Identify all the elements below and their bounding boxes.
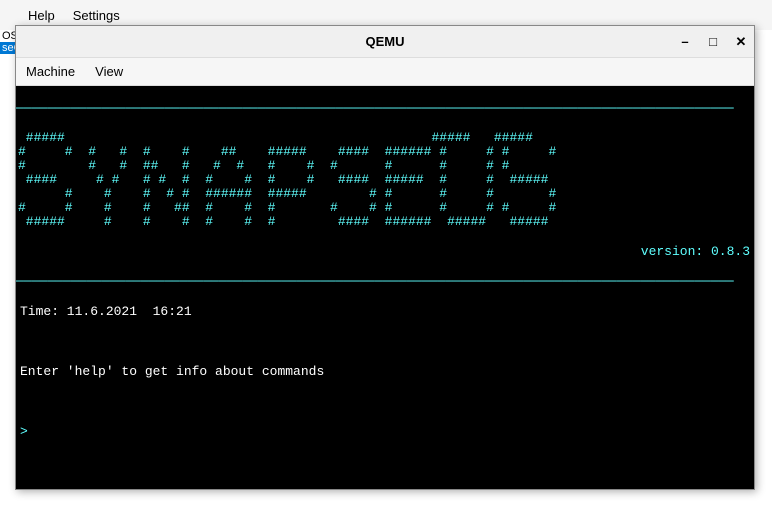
menu-view[interactable]: View (95, 64, 123, 79)
menu-machine[interactable]: Machine (26, 64, 75, 79)
blank-line-1 (16, 334, 754, 349)
terminal[interactable]: ────────────────────────────────────────… (16, 86, 754, 489)
window-controls: – □ ✕ (678, 35, 748, 49)
help-text: Enter 'help' to get info about commands (16, 364, 754, 379)
minimize-button[interactable]: – (678, 35, 692, 49)
ascii-logo: ##### ##### ##### # # # # # # ## ##### #… (16, 131, 754, 229)
titlebar[interactable]: QEMU – □ ✕ (16, 26, 754, 58)
close-button[interactable]: ✕ (734, 35, 748, 49)
qemu-menubar: Machine View (16, 58, 754, 86)
bg-menu-help[interactable]: Help (28, 8, 55, 23)
time-text: Time: 11.6.2021 16:21 (16, 304, 754, 319)
prompt[interactable]: > (16, 424, 754, 439)
bg-menu-settings[interactable]: Settings (73, 8, 120, 23)
window-title: QEMU (366, 34, 405, 49)
divider-top: ────────────────────────────────────────… (16, 101, 754, 116)
divider-mid: ────────────────────────────────────────… (16, 274, 754, 289)
qemu-window: QEMU – □ ✕ Machine View ────────────────… (15, 25, 755, 490)
maximize-button[interactable]: □ (706, 35, 720, 49)
version-text: version: 0.8.3 (16, 244, 754, 259)
blank-line-2 (16, 394, 754, 409)
